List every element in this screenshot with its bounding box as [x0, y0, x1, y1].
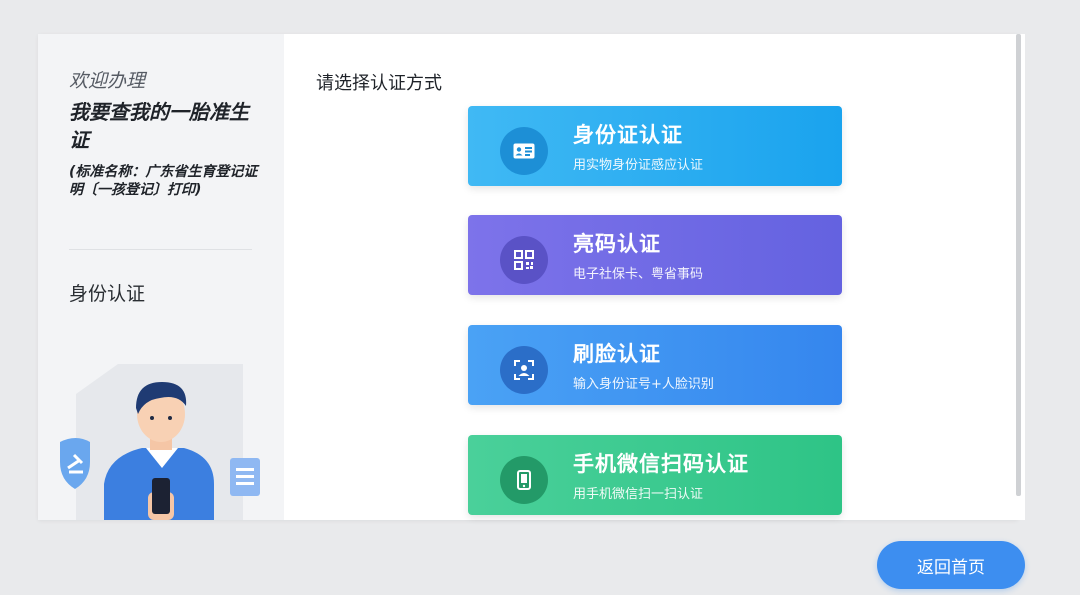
id-card-auth-label: 身份证认证	[573, 123, 683, 147]
welcome-text: 欢迎办理	[69, 70, 146, 92]
face-auth-desc: 输入身份证号+人脸识别	[573, 377, 714, 392]
person-with-phone-illustration	[60, 364, 260, 520]
wechat-scan-auth-label: 手机微信扫码认证	[573, 452, 749, 476]
qr-code-auth-button[interactable]: 亮码认证 电子社保卡、粤省事码	[468, 215, 842, 295]
face-auth-label: 刷脸认证	[573, 342, 661, 366]
auth-method-prompt: 请选择认证方式	[316, 73, 442, 94]
qr-code-auth-desc: 电子社保卡、粤省事码	[573, 267, 704, 282]
wechat-scan-auth-desc: 用手机微信扫一扫认证	[573, 487, 704, 502]
qr-code-icon	[500, 236, 548, 284]
sidebar-divider	[69, 249, 252, 250]
service-standard-name: (标准名称：广东省生育登记证明〔一孩登记〕打印)	[69, 164, 258, 198]
service-title: 我要查我的一胎准生证	[69, 100, 249, 152]
face-auth-button[interactable]: 刷脸认证 输入身份证号+人脸识别	[468, 325, 842, 405]
face-scan-icon	[500, 346, 548, 394]
wechat-scan-auth-button[interactable]: 手机微信扫码认证 用手机微信扫一扫认证	[468, 435, 842, 515]
id-card-icon	[500, 127, 548, 175]
back-to-home-button[interactable]: 返回首页	[877, 541, 1025, 589]
qr-code-auth-label: 亮码认证	[573, 232, 661, 256]
id-card-auth-button[interactable]: 身份证认证 用实物身份证感应认证	[468, 106, 842, 186]
current-step: 身份认证	[69, 283, 146, 305]
sidebar: 欢迎办理 我要查我的一胎准生证 (标准名称：广东省生育登记证明〔一孩登记〕打印)…	[38, 34, 284, 520]
id-card-auth-desc: 用实物身份证感应认证	[573, 158, 704, 173]
scrollbar[interactable]	[1016, 34, 1021, 496]
phone-icon	[500, 456, 548, 504]
